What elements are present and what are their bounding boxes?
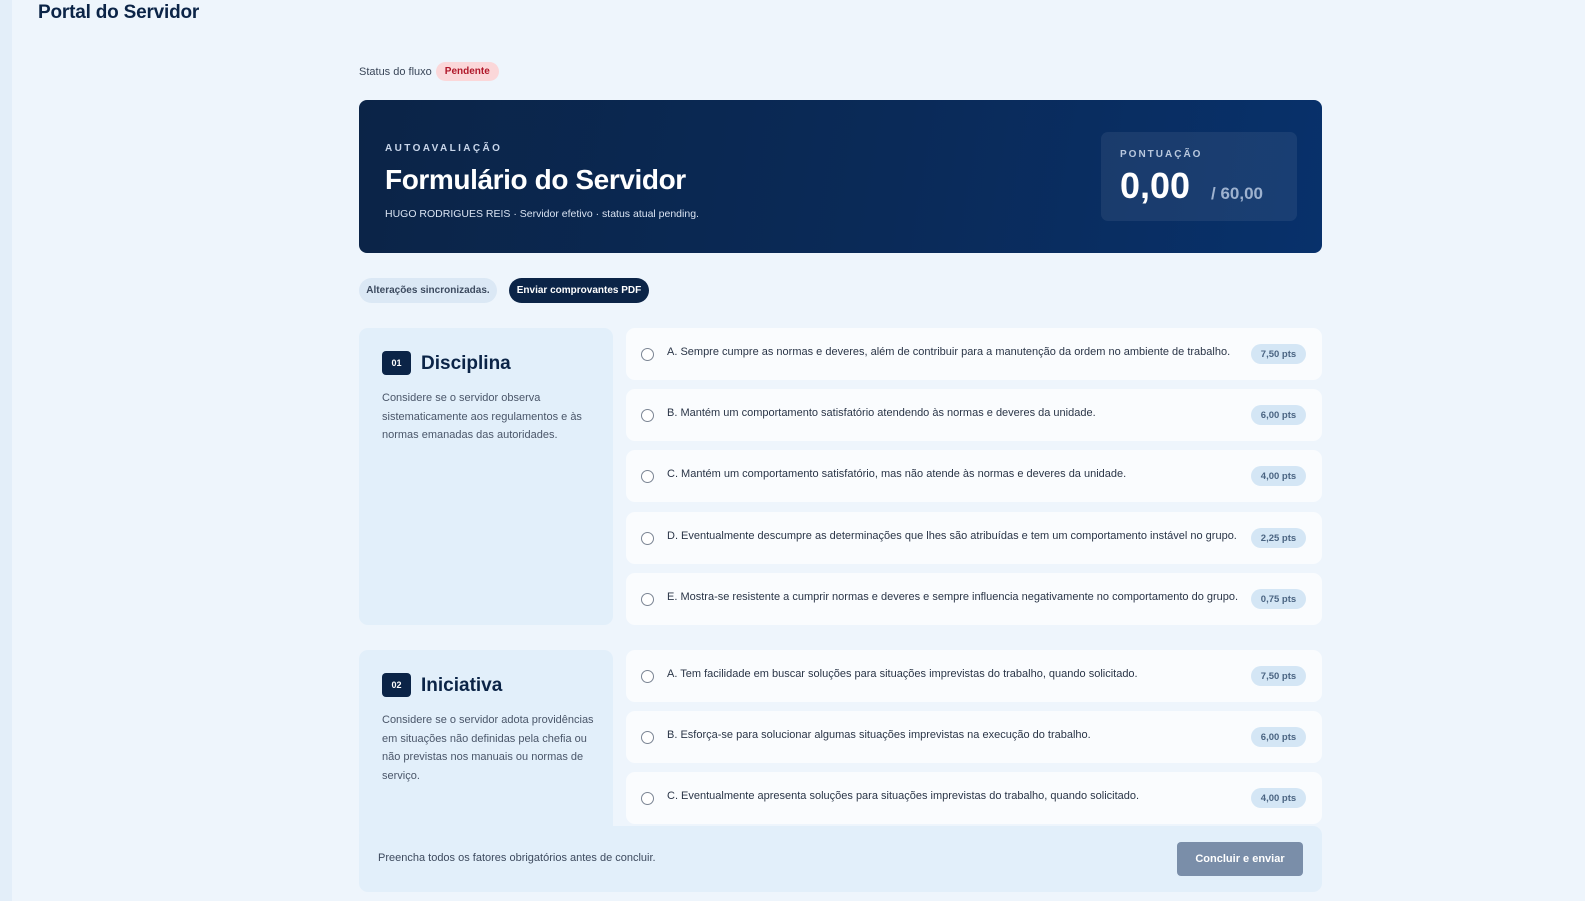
points-badge: 4,00 pts bbox=[1251, 788, 1306, 808]
radio-button[interactable] bbox=[641, 593, 654, 606]
option-text: A. Tem facilidade em buscar soluções par… bbox=[667, 668, 1138, 680]
factor-number: 01 bbox=[382, 351, 411, 375]
option-text: A. Sempre cumpre as normas e deveres, al… bbox=[667, 346, 1231, 358]
points-badge: 7,50 pts bbox=[1251, 666, 1306, 686]
banner-subtitle: HUGO RODRIGUES REIS · Servidor efetivo ·… bbox=[385, 208, 699, 220]
factor-title: Iniciativa bbox=[421, 675, 503, 696]
option-iniciativa-b[interactable]: B. Esforça-se para solucionar algumas si… bbox=[626, 711, 1322, 763]
option-text: C. Mantém um comportamento satisfatório,… bbox=[667, 468, 1127, 480]
option-disciplina-d[interactable]: D. Eventualmente descumpre as determinaç… bbox=[626, 512, 1322, 564]
score-max: / 60,00 bbox=[1211, 184, 1263, 203]
banner-eyebrow: AUTOAVALIAÇÃO bbox=[385, 143, 503, 154]
option-text: D. Eventualmente descumpre as determinaç… bbox=[667, 530, 1237, 542]
flow-status-label: Status do fluxo bbox=[359, 65, 432, 78]
factor-number: 02 bbox=[382, 673, 411, 697]
points-badge: 2,25 pts bbox=[1251, 528, 1306, 548]
radio-button[interactable] bbox=[641, 409, 654, 422]
upload-pdf-button[interactable]: Enviar comprovantes PDF bbox=[509, 278, 649, 303]
score-panel: PONTUAÇÃO 0,00 / 60,00 bbox=[1101, 132, 1297, 221]
radio-button[interactable] bbox=[641, 532, 654, 545]
radio-button[interactable] bbox=[641, 670, 654, 683]
form-header-banner: AUTOAVALIAÇÃO Formulário do Servidor HUG… bbox=[359, 100, 1322, 253]
page-title: Formulário do Servidor bbox=[385, 164, 686, 195]
radio-button[interactable] bbox=[641, 792, 654, 805]
points-badge: 7,50 pts bbox=[1251, 344, 1306, 364]
points-badge: 0,75 pts bbox=[1251, 589, 1306, 609]
factor-card-iniciativa: 02 Iniciativa Considere se o servidor ad… bbox=[359, 650, 613, 840]
option-iniciativa-c[interactable]: C. Eventualmente apresenta soluções para… bbox=[626, 772, 1322, 824]
status-badge: Pendente bbox=[435, 62, 499, 81]
option-text: B. Mantém um comportamento satisfatório … bbox=[667, 407, 1096, 419]
sync-status-pill: Alterações sincronizadas. bbox=[359, 278, 497, 303]
radio-button[interactable] bbox=[641, 470, 654, 483]
option-text: E. Mostra-se resistente a cumprir normas… bbox=[667, 591, 1239, 603]
option-disciplina-b[interactable]: B. Mantém um comportamento satisfatório … bbox=[626, 389, 1322, 441]
factor-title: Disciplina bbox=[421, 353, 511, 374]
portal-title: Portal do Servidor bbox=[38, 2, 200, 23]
factor-card-disciplina: 01 Disciplina Considere se o servidor ob… bbox=[359, 328, 613, 625]
left-edge-strip bbox=[0, 0, 12, 901]
score-label: PONTUAÇÃO bbox=[1120, 149, 1203, 160]
radio-button[interactable] bbox=[641, 348, 654, 361]
submit-footer: Preencha todos os fatores obrigatórios a… bbox=[359, 826, 1322, 892]
factor-description: Considere se o servidor adota providênci… bbox=[382, 714, 594, 782]
score-value: 0,00 bbox=[1120, 165, 1191, 206]
points-badge: 6,00 pts bbox=[1251, 727, 1306, 747]
submit-button[interactable]: Concluir e enviar bbox=[1177, 842, 1303, 876]
points-badge: 6,00 pts bbox=[1251, 405, 1306, 425]
option-iniciativa-a[interactable]: A. Tem facilidade em buscar soluções par… bbox=[626, 650, 1322, 702]
points-badge: 4,00 pts bbox=[1251, 466, 1306, 486]
flow-status: Status do fluxo Pendente bbox=[359, 62, 499, 81]
option-disciplina-e[interactable]: E. Mostra-se resistente a cumprir normas… bbox=[626, 573, 1322, 625]
option-disciplina-c[interactable]: C. Mantém um comportamento satisfatório,… bbox=[626, 450, 1322, 502]
option-text: C. Eventualmente apresenta soluções para… bbox=[667, 790, 1140, 802]
factor-description: Considere se o servidor observa sistemat… bbox=[382, 392, 582, 441]
option-text: B. Esforça-se para solucionar algumas si… bbox=[667, 729, 1091, 741]
option-disciplina-a[interactable]: A. Sempre cumpre as normas e deveres, al… bbox=[626, 328, 1322, 380]
footer-hint: Preencha todos os fatores obrigatórios a… bbox=[378, 852, 656, 864]
radio-button[interactable] bbox=[641, 731, 654, 744]
